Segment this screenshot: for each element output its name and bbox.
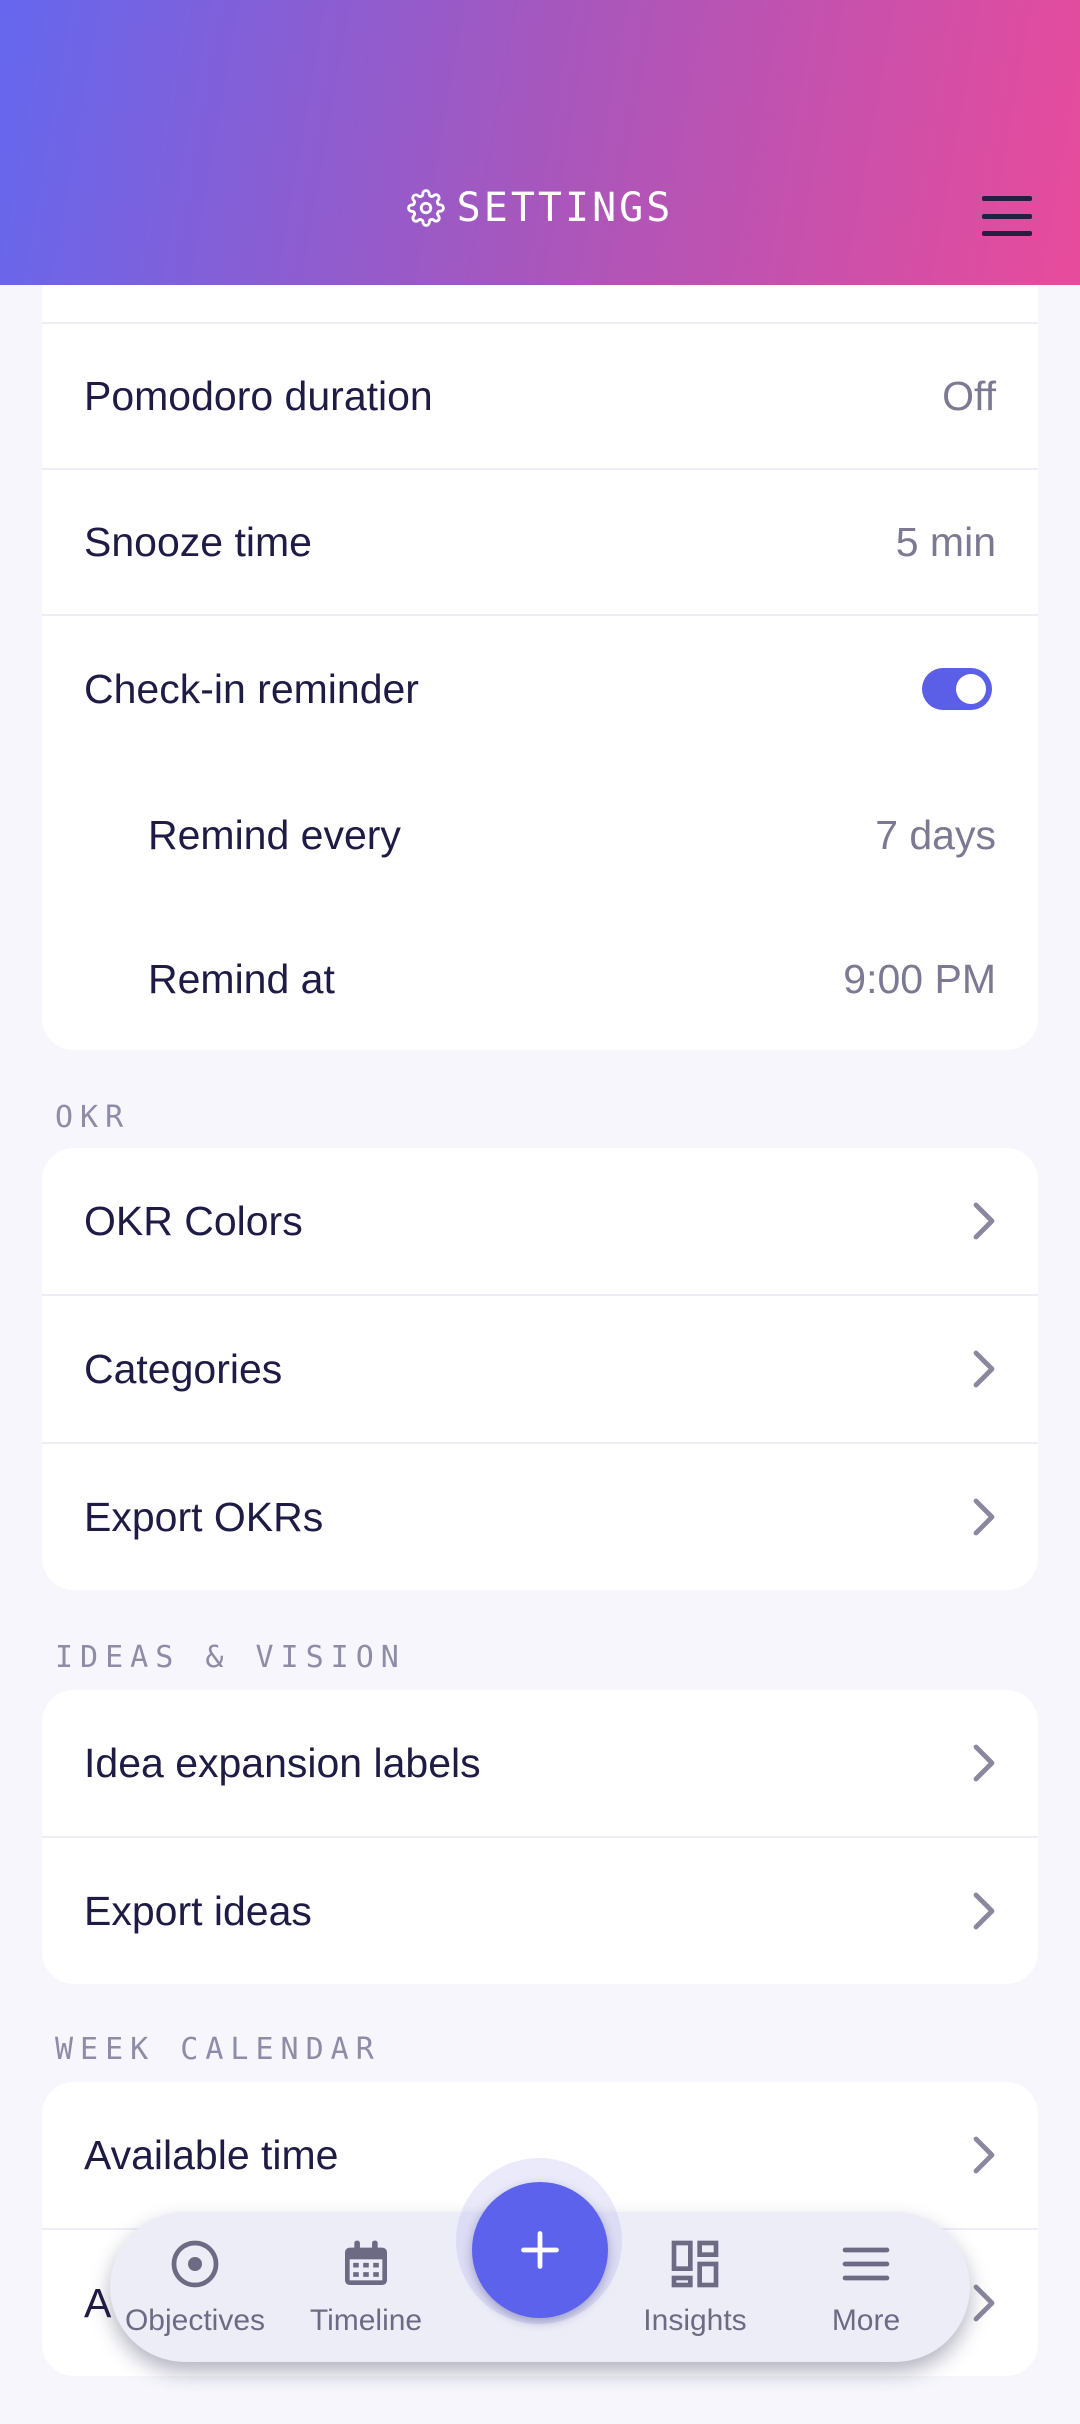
snooze-time-row[interactable]: Snooze time 5 min xyxy=(42,470,1038,616)
remind-every-label: Remind every xyxy=(148,811,401,858)
categories-row[interactable]: Categories xyxy=(42,1296,1038,1444)
page-title: SETTINGS xyxy=(0,185,1080,231)
snooze-time-value: 5 min xyxy=(895,518,996,565)
nav-item-objectives-label: Objectives xyxy=(124,2304,266,2337)
export-ideas-label: Export ideas xyxy=(84,1887,312,1934)
dashboard-icon xyxy=(671,2240,719,2288)
remind-at-row[interactable]: Remind at 9:00 PM xyxy=(42,908,1038,1050)
plus-icon xyxy=(521,2231,559,2269)
chevron-right-icon xyxy=(973,1744,995,1782)
chevron-right-icon xyxy=(973,1498,995,1536)
gear-icon xyxy=(406,189,445,227)
snooze-time-label: Snooze time xyxy=(84,518,312,565)
add-button[interactable] xyxy=(472,2182,608,2318)
hamburger-menu-icon[interactable] xyxy=(982,196,1032,236)
reminders-card: Pomodoro duration Off Snooze time 5 min … xyxy=(42,180,1038,1050)
nav-item-more[interactable]: More xyxy=(781,2212,951,2362)
okr-colors-row[interactable]: OKR Colors xyxy=(42,1148,1038,1296)
chevron-right-icon xyxy=(973,1202,995,1240)
chevron-right-icon xyxy=(973,2136,995,2174)
pomodoro-duration-value: Off xyxy=(942,372,996,419)
checkin-reminder-label: Check-in reminder xyxy=(84,665,419,712)
remind-at-label: Remind at xyxy=(148,955,335,1002)
ideas-card: Idea expansion labels Export ideas xyxy=(42,1690,1038,1984)
pomodoro-duration-row[interactable]: Pomodoro duration Off xyxy=(42,324,1038,470)
nav-item-objectives[interactable]: Objectives xyxy=(110,2212,280,2362)
chevron-right-icon xyxy=(973,1350,995,1388)
chevron-right-icon xyxy=(973,1892,995,1930)
nav-item-insights-label: Insights xyxy=(643,2304,747,2337)
chevron-right-icon xyxy=(973,2284,995,2322)
app-header: SETTINGS xyxy=(0,0,1080,285)
section-title-okr: OKR xyxy=(55,1100,131,1135)
remind-every-value: 7 days xyxy=(875,811,996,858)
section-title-calendar: WEEK CALENDAR xyxy=(55,2032,381,2067)
available-time-label: Available time xyxy=(84,2131,339,2178)
target-icon xyxy=(171,2240,219,2288)
calendar-icon xyxy=(345,2240,387,2285)
checkin-reminder-row: Check-in reminder xyxy=(42,616,1038,762)
page-title-text: SETTINGS xyxy=(456,185,674,231)
checkin-reminder-toggle[interactable] xyxy=(922,668,992,710)
section-title-ideas: IDEAS & VISION xyxy=(55,1640,406,1675)
export-okrs-row[interactable]: Export OKRs xyxy=(42,1444,1038,1590)
nav-item-timeline-label: Timeline xyxy=(309,2304,423,2337)
nav-item-timeline[interactable]: Timeline xyxy=(281,2212,451,2362)
idea-expansion-labels-label: Idea expansion labels xyxy=(84,1739,481,1786)
nav-item-insights[interactable]: Insights xyxy=(610,2212,780,2362)
export-okrs-label: Export OKRs xyxy=(84,1493,324,1540)
categories-label: Categories xyxy=(84,1345,283,1392)
remind-every-row[interactable]: Remind every 7 days xyxy=(42,762,1038,908)
nav-item-more-label: More xyxy=(831,2304,901,2337)
remind-at-value: 9:00 PM xyxy=(843,955,996,1002)
okr-colors-label: OKR Colors xyxy=(84,1197,303,1244)
idea-expansion-labels-row[interactable]: Idea expansion labels xyxy=(42,1690,1038,1838)
pomodoro-duration-label: Pomodoro duration xyxy=(84,372,433,419)
okr-card: OKR Colors Categories Export OKRs xyxy=(42,1148,1038,1590)
calendar-row-2-label: A xyxy=(84,2279,112,2326)
menu-icon xyxy=(842,2247,890,2281)
export-ideas-row[interactable]: Export ideas xyxy=(42,1838,1038,1984)
